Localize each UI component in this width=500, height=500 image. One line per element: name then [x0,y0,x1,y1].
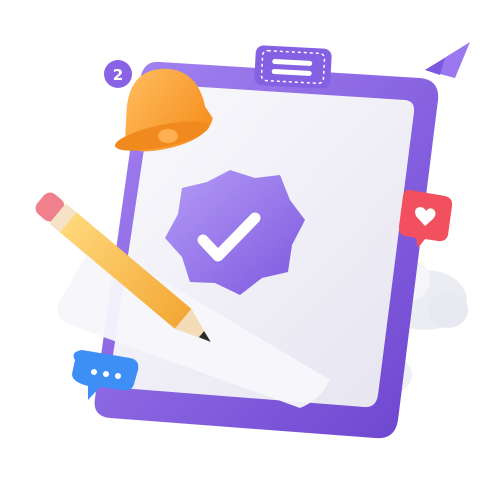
checklist-illustration: 2 [0,0,500,500]
paper-plane-icon [425,42,470,78]
bell-badge-count: 2 [113,66,123,84]
illustration-canvas: 2 [35,42,470,439]
